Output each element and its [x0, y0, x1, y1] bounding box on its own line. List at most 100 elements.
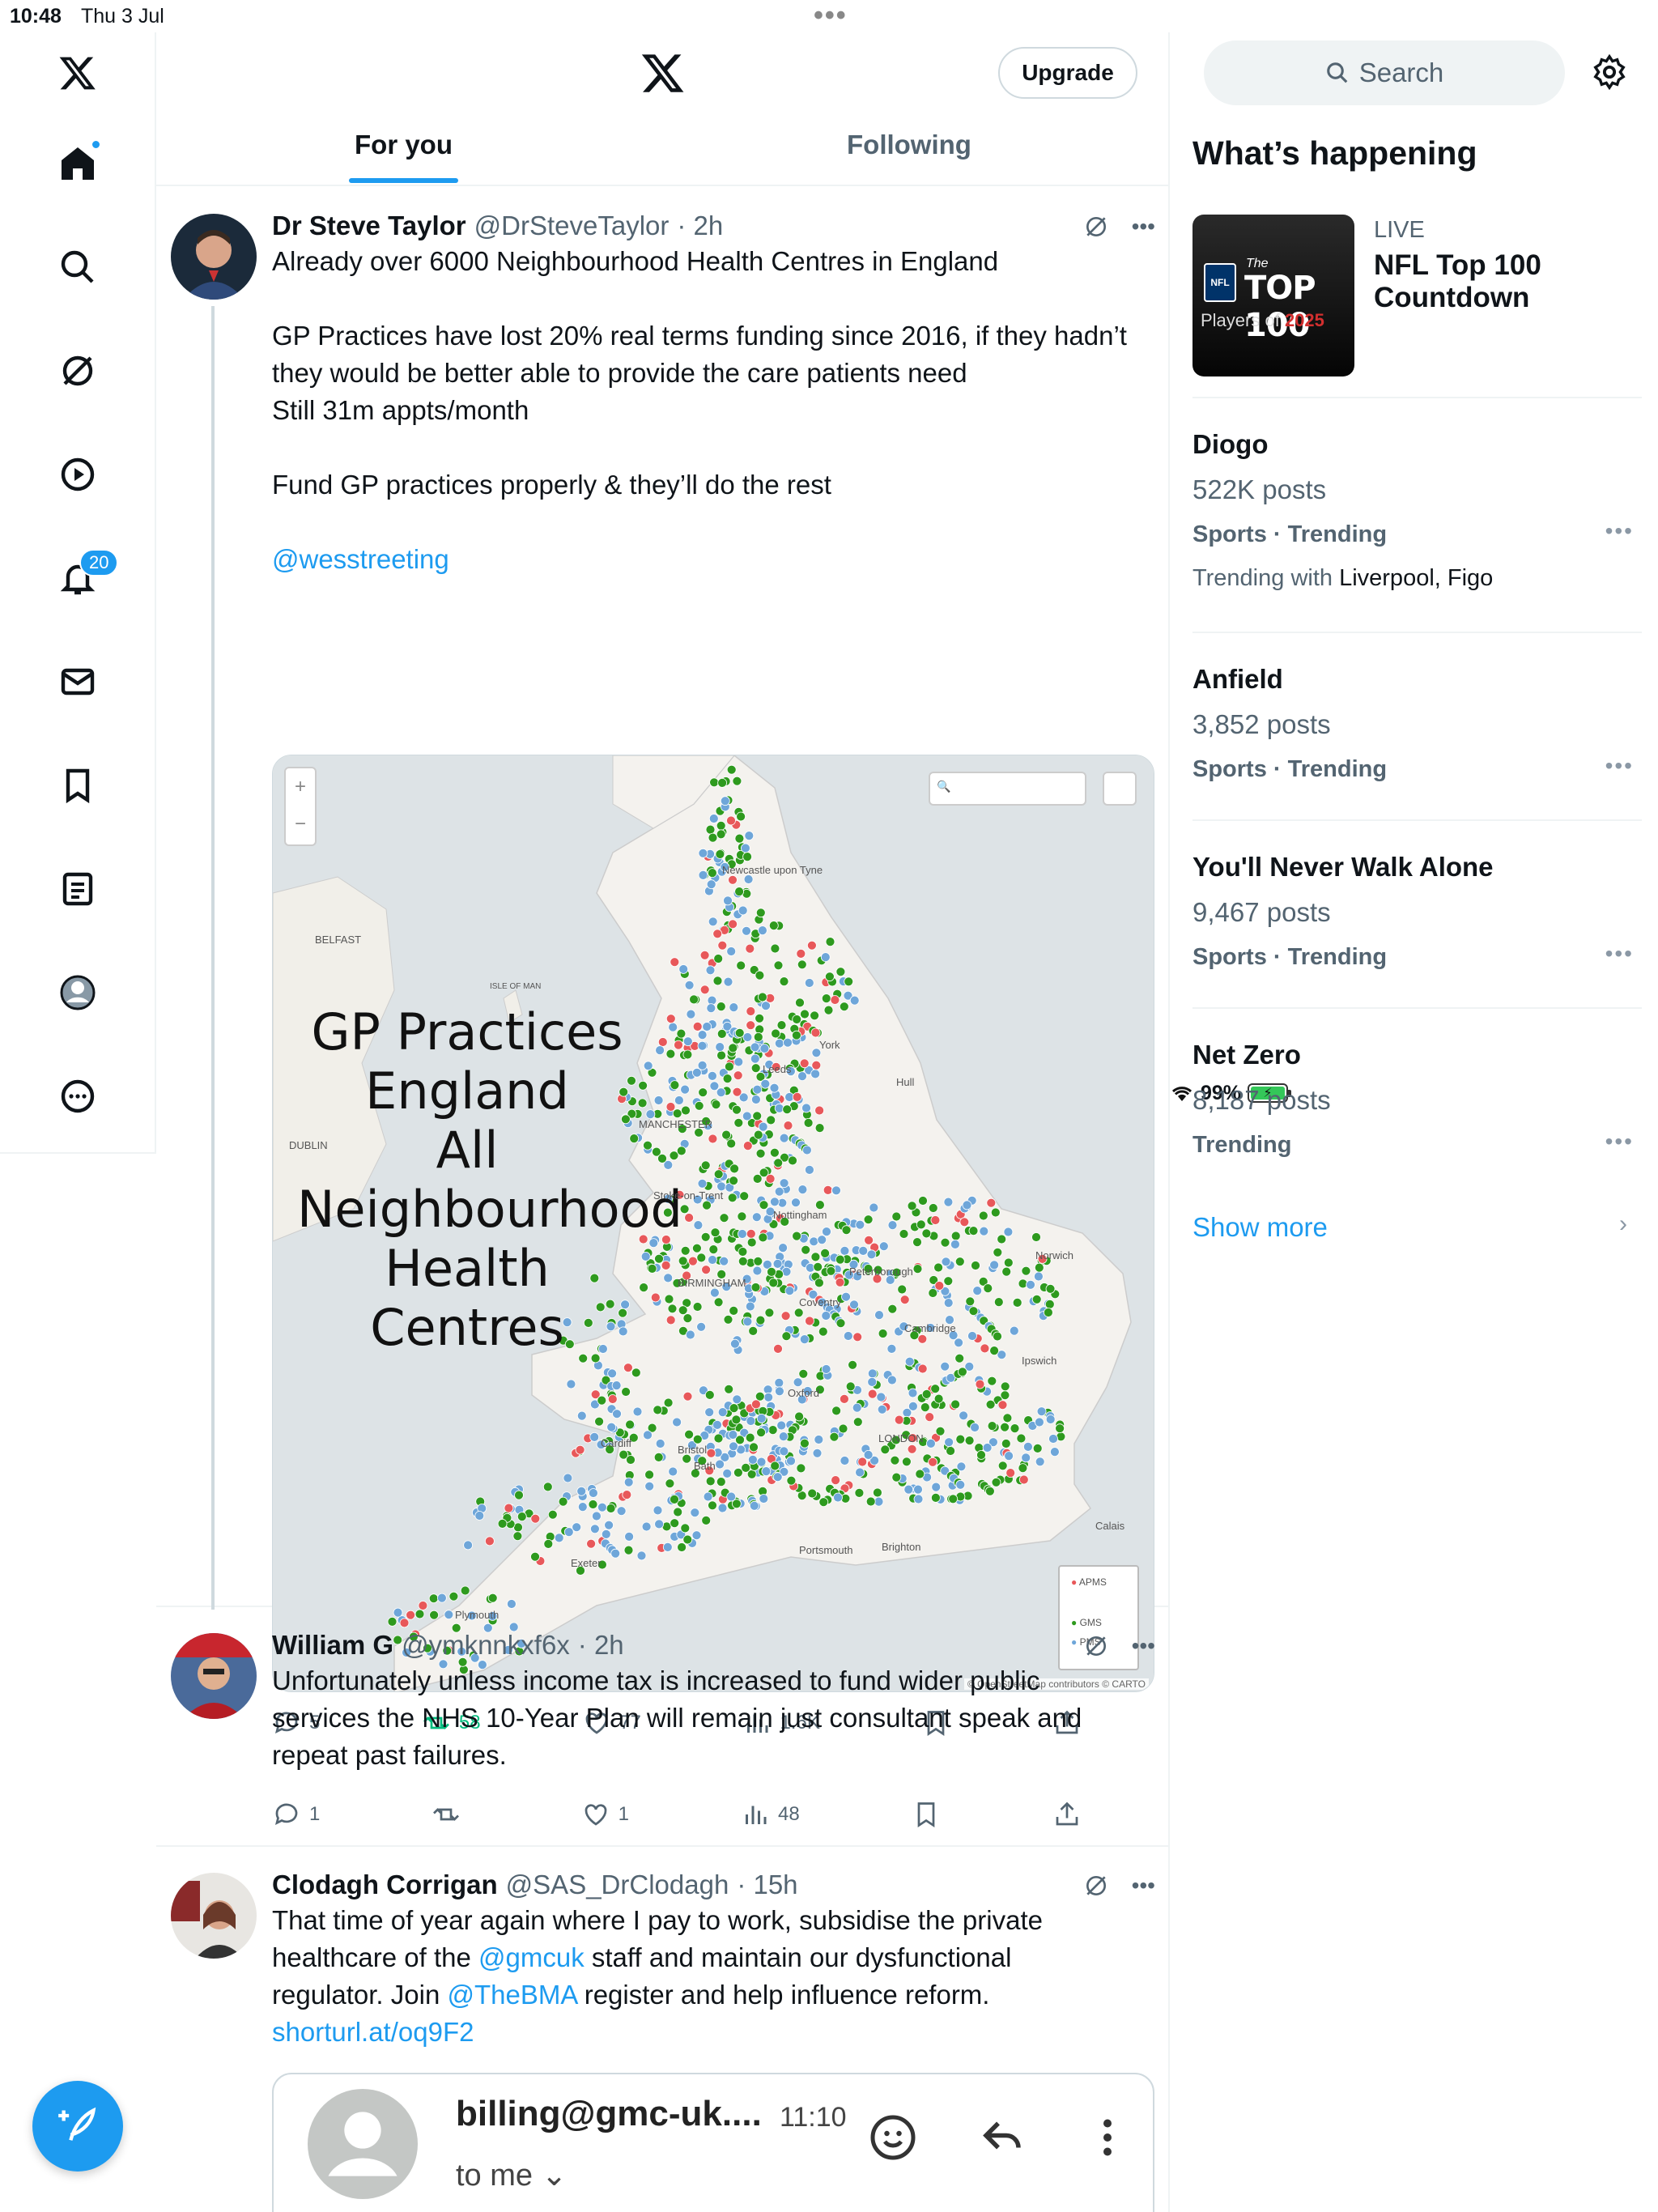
mention-link[interactable]: @wesstreeting — [272, 544, 449, 574]
post-header: William G @ymknnkxf6x · 2h — [272, 1630, 624, 1661]
map-label: Stoke-on-Trent — [653, 1189, 724, 1202]
reply-button[interactable]: 1 — [272, 1800, 320, 1829]
trend-item[interactable]: You'll Never Walk Alone 9,467 posts Spor… — [1192, 819, 1642, 1007]
post-card[interactable]: William G @ymknnkxf6x · 2h ••• Unfortuna… — [156, 1607, 1168, 1847]
grok-icon[interactable] — [45, 338, 110, 403]
author-handle[interactable]: @DrSteveTaylor — [474, 211, 670, 241]
author-name[interactable]: Dr Steve Taylor — [272, 211, 466, 241]
email-time: 11:10 — [780, 2102, 847, 2133]
emoji-icon[interactable] — [869, 2113, 917, 2162]
map-practice-dot — [1034, 1262, 1044, 1273]
gear-icon[interactable] — [1591, 53, 1628, 91]
map-practice-dot — [755, 1148, 766, 1159]
bookmark-button[interactable] — [912, 1800, 941, 1829]
x-logo-icon[interactable] — [45, 40, 110, 105]
show-more-link[interactable]: Show more — [1192, 1212, 1328, 1243]
post-time[interactable]: · 15h — [737, 1870, 797, 1900]
avatar[interactable] — [171, 1633, 257, 1719]
map-practice-dot — [688, 1256, 698, 1266]
views-button[interactable]: 48 — [741, 1800, 800, 1829]
x-logo-icon[interactable] — [640, 50, 686, 96]
author-handle[interactable]: @SAS_DrClodagh — [506, 1870, 729, 1900]
map-practice-dot — [755, 1013, 764, 1023]
video-icon[interactable] — [45, 442, 110, 507]
map-practice-dot — [780, 1311, 791, 1321]
compose-post-button[interactable] — [32, 2081, 123, 2172]
email-recipient[interactable]: to me ⌄ — [456, 2157, 567, 2193]
multitasking-dots[interactable]: ••• — [814, 0, 848, 32]
author-name[interactable]: Clodagh Corrigan — [272, 1870, 498, 1900]
map-practice-dot — [699, 950, 710, 960]
author-handle[interactable]: @ymknnkxf6x — [402, 1630, 570, 1661]
share-button[interactable] — [1052, 1800, 1082, 1829]
post-time[interactable]: · 2h — [578, 1630, 624, 1661]
avatar[interactable] — [171, 214, 257, 300]
grok-icon[interactable] — [1083, 1873, 1109, 1899]
author-name[interactable]: William G — [272, 1630, 393, 1661]
post-image-map[interactable]: + − 🔍 GP Practices England All Neighbourh… — [272, 755, 1154, 1692]
trend-item[interactable]: Net Zero 8,187 posts Trending ••• — [1192, 1007, 1642, 1195]
map-zoom-control[interactable]: + − — [284, 767, 317, 846]
map-practice-dot — [858, 1246, 869, 1256]
map-practice-dot — [734, 887, 744, 897]
post-card[interactable]: Dr Steve Taylor @DrSteveTaylor · 2h ••• … — [156, 188, 1168, 1737]
like-button[interactable]: 1 — [581, 1800, 629, 1829]
post-image-email[interactable]: billing@gmc-uk.... 11:10 to me ⌄ — [272, 2073, 1154, 2212]
map-practice-dot — [708, 1070, 717, 1081]
map-practice-dot — [607, 1394, 618, 1404]
grok-icon[interactable] — [1083, 214, 1109, 240]
map-practice-dot — [810, 1010, 819, 1021]
tab-following[interactable]: Following — [847, 130, 971, 160]
trend-more-icon[interactable]: ••• — [1605, 518, 1634, 544]
bookmarks-icon[interactable] — [45, 753, 110, 818]
live-title[interactable]: NFL Top 100 Countdown — [1374, 249, 1633, 314]
map-practice-dot — [833, 1492, 843, 1503]
repost-button[interactable] — [432, 1800, 469, 1829]
map-practice-dot — [989, 1346, 999, 1355]
live-event-image[interactable]: NFL The TOP 100 Players of 2025 — [1192, 215, 1354, 376]
kebab-menu-icon[interactable] — [1083, 2113, 1132, 2162]
chevron-down-icon: ⌄ — [541, 2159, 568, 2193]
upgrade-button[interactable]: Upgrade — [998, 47, 1137, 99]
post-time[interactable]: · 2h — [677, 211, 723, 241]
map-practice-dot — [955, 1479, 966, 1490]
map-practice-dot — [943, 1197, 954, 1207]
grok-icon[interactable] — [1083, 1633, 1109, 1659]
mention-link[interactable]: @TheBMA — [447, 1980, 576, 2010]
more-options-icon[interactable] — [45, 1064, 110, 1129]
post-more-icon[interactable]: ••• — [1132, 1633, 1155, 1659]
trend-more-icon[interactable]: ••• — [1605, 753, 1634, 779]
profile-avatar-icon[interactable] — [45, 960, 110, 1025]
map-practice-dot — [968, 1226, 979, 1236]
map-search-input[interactable]: 🔍 — [929, 772, 1086, 806]
map-practice-dot — [726, 1491, 737, 1502]
post-more-icon[interactable]: ••• — [1132, 214, 1155, 240]
map-practice-dot — [820, 952, 831, 963]
messages-icon[interactable] — [45, 649, 110, 714]
search-input[interactable]: Search — [1204, 40, 1565, 105]
trend-item[interactable]: Anfield 3,852 posts Sports · Trending ••… — [1192, 632, 1642, 819]
map-practice-dot — [917, 1363, 928, 1374]
lists-icon[interactable] — [45, 857, 110, 921]
trend-name: You'll Never Walk Alone — [1192, 852, 1494, 882]
notifications-bell-icon[interactable]: 20 — [45, 546, 119, 610]
map-practice-dot — [791, 1197, 801, 1208]
map-practice-dot — [746, 1228, 756, 1239]
image-text-year: 2025 — [1284, 310, 1324, 330]
map-practice-dot — [821, 1364, 831, 1374]
map-share-icon[interactable] — [1103, 772, 1137, 806]
trend-more-icon[interactable]: ••• — [1605, 1129, 1634, 1155]
home-icon[interactable] — [45, 131, 110, 196]
map-practice-dot — [611, 1380, 622, 1390]
search-icon[interactable] — [45, 235, 110, 300]
map-practice-dot — [748, 1326, 759, 1336]
trend-item[interactable]: Diogo 522K posts Sports · Trending ••• T… — [1192, 397, 1642, 632]
avatar[interactable] — [171, 1873, 257, 1959]
reply-arrow-icon[interactable] — [978, 2113, 1027, 2162]
map-practice-dot — [987, 1376, 997, 1386]
trend-more-icon[interactable]: ••• — [1605, 941, 1634, 967]
post-more-icon[interactable]: ••• — [1132, 1873, 1155, 1899]
tab-for-you[interactable]: For you — [355, 130, 453, 160]
url-link[interactable]: shorturl.at/oq9F2 — [272, 2017, 474, 2047]
mention-link[interactable]: @gmcuk — [478, 1942, 585, 1972]
